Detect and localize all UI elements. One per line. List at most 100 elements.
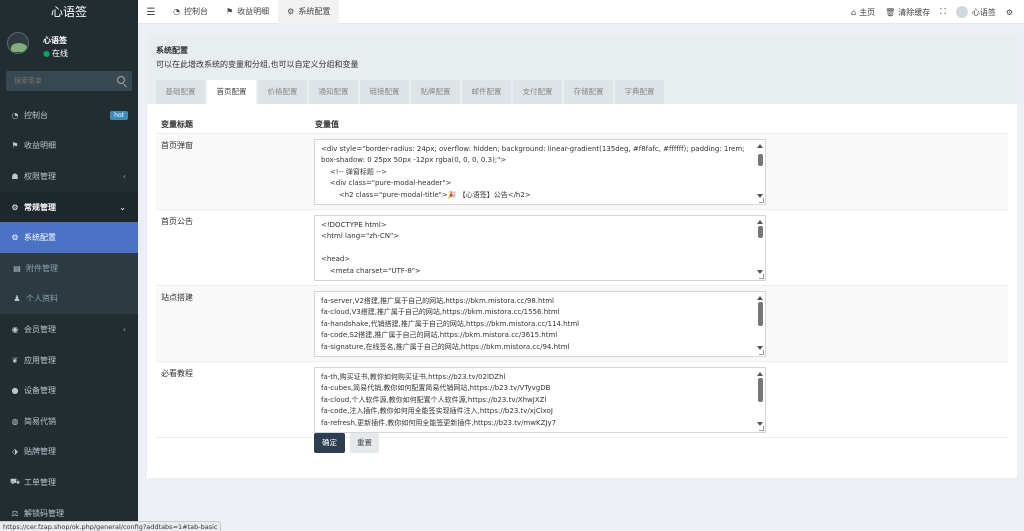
config-panel: 系统配置 可以在此增改系统的变量和分组,也可以自定义分组和变量 基础配置 首页配… (147, 34, 1017, 478)
avatar (7, 32, 29, 54)
home-label: 主页 (859, 7, 876, 17)
sidebar-item-label: 应用管理 (24, 355, 56, 365)
app-logo[interactable]: 心语签 (0, 0, 138, 24)
tutorials-textarea[interactable]: fa-th,购买证书,教你如何购买证书,https://b23.tv/02lDZ… (314, 367, 766, 433)
nav-right: ⌂ 主页 🗑 清除缓存 ⛶ 心语签 ⚙ (846, 0, 1018, 24)
top-navbar: ☰ ◔ 控制台 ⚑ 收益明细 ⚙ 系统配置 ⌂ 主页 🗑 清除缓存 ⛶ 心语签 … (138, 0, 1024, 24)
scrollbar[interactable] (757, 296, 763, 350)
sidebar-item-devices[interactable]: ● 设备管理 (0, 375, 138, 406)
scrollbar[interactable] (757, 220, 763, 274)
reset-button[interactable]: 重置 (350, 433, 379, 453)
sidebar-item-label: 系统配置 (24, 233, 56, 243)
resize-handle-icon[interactable] (759, 426, 764, 431)
sidebar-item-label: 个人资料 (26, 294, 58, 304)
status-dot-icon: ● (43, 49, 50, 58)
row-value-cell: <!DOCTYPE html> <html lang="zh-CN"> <hea… (310, 210, 1008, 285)
sidebar-item-label: 收益明细 (24, 141, 56, 151)
user-name: 心语签 (43, 36, 67, 45)
homepage-notice-textarea[interactable]: <!DOCTYPE html> <html lang="zh-CN"> <hea… (314, 215, 766, 281)
homepage-popup-textarea[interactable]: <div style="border-radius: 24px; overflo… (314, 139, 766, 205)
sidebar-item-permissions[interactable]: ☗ 权限管理 ‹ (0, 161, 138, 192)
coin-icon: ◍ (11, 416, 19, 426)
row-title: 必看教程 (161, 369, 193, 378)
sidebar-item-attachments[interactable]: ▤ 附件管理 (0, 252, 138, 284)
tab-oem[interactable]: 贴牌配置 (411, 80, 460, 104)
tab-dashboard[interactable]: ◔ 控制台 (164, 0, 217, 24)
sidebar-item-tickets[interactable]: ⛟ 工单管理 (0, 467, 138, 498)
textarea-content: fa-th,购买证书,教你如何购买证书,https://b23.tv/02lDZ… (321, 373, 557, 427)
clear-cache-button[interactable]: 🗑 清除缓存 (880, 7, 935, 18)
tab-home[interactable]: 首页配置 (207, 80, 256, 104)
panel-header: 系统配置 可以在此增改系统的变量和分组,也可以自定义分组和变量 基础配置 首页配… (147, 34, 1017, 104)
group-icon: ☗ (11, 171, 19, 181)
tab-payment[interactable]: 支付配置 (513, 80, 562, 104)
home-link[interactable]: ⌂ 主页 (846, 7, 880, 18)
tab-dictionary[interactable]: 字典配置 (615, 80, 664, 104)
user-menu-label: 心语签 (971, 7, 996, 17)
search-input[interactable] (6, 71, 111, 91)
sidebar-item-system-config[interactable]: ⚙ 系统配置 (0, 222, 138, 253)
sidebar-menu: ◔ 控制台 hot ⚑ 收益明细 ☗ 权限管理 ‹ ⚙ 常规管理 ⌄ ⚙ 系统配… (0, 100, 138, 528)
nav-tabs: ☰ ◔ 控制台 ⚑ 收益明细 ⚙ 系统配置 (138, 0, 340, 24)
chevron-left-icon: ‹ (122, 324, 126, 334)
scrollbar[interactable] (757, 144, 763, 198)
sidebar-item-members[interactable]: ◉ 会员管理 ‹ (0, 314, 138, 345)
gear-icon: ⚙ (287, 7, 295, 16)
balance-icon: ⚖ (11, 508, 19, 518)
config-table: 变量标题 变量值 首页弹窗 <div style="border-radius:… (156, 116, 1008, 438)
tab-label: 系统配置 (298, 7, 331, 16)
tab-basic[interactable]: 基础配置 (156, 80, 205, 104)
resize-handle-icon[interactable] (759, 198, 764, 203)
column-header-title: 变量标题 (161, 120, 193, 129)
sidebar-search (6, 71, 132, 91)
sidebar-item-label: 工单管理 (24, 477, 56, 487)
user-menu[interactable]: 心语签 (951, 6, 1001, 18)
tab-label: 收益明细 (237, 7, 270, 16)
sidebar-item-apps[interactable]: ❦ 应用管理 (0, 345, 138, 376)
tab-storage[interactable]: 存储配置 (564, 80, 613, 104)
tab-label: 控制台 (183, 7, 208, 16)
menu-toggle-icon[interactable]: ☰ (138, 7, 164, 18)
resize-handle-icon[interactable] (759, 350, 764, 355)
sidebar-item-oem[interactable]: ⬗ 贴牌管理 (0, 437, 138, 468)
sidebar-item-label: 简易代销 (24, 416, 56, 426)
row-value-cell: fa-server,V2搭建,推广属于自己的网站,https://bkm.mis… (310, 286, 1008, 361)
form-actions: 确定 重置 (314, 433, 379, 453)
resize-handle-icon[interactable] (759, 274, 764, 279)
hot-badge: hot (110, 111, 128, 120)
tab-mail[interactable]: 邮件配置 (462, 80, 511, 104)
table-row: 首页公告 <!DOCTYPE html> <html lang="zh-CN">… (156, 210, 1008, 286)
dashboard-icon: ◔ (173, 7, 180, 16)
fullscreen-icon[interactable]: ⛶ (935, 7, 951, 17)
sidebar-item-general[interactable]: ⚙ 常规管理 ⌄ (0, 191, 138, 223)
sidebar-item-label: 权限管理 (24, 171, 56, 181)
site-setup-textarea[interactable]: fa-server,V2搭建,推广属于自己的网站,https://bkm.mis… (314, 291, 766, 357)
tab-system-config[interactable]: ⚙ 系统配置 (278, 0, 340, 24)
user-status-text: 在线 (51, 49, 68, 58)
user-panel: 心语签 ● 在线 (0, 24, 138, 68)
tab-earnings[interactable]: ⚑ 收益明细 (217, 0, 278, 24)
table-row: 站点搭建 fa-server,V2搭建,推广属于自己的网站,https://bk… (156, 286, 1008, 362)
chevron-left-icon: ‹ (122, 171, 126, 181)
sidebar-item-profile[interactable]: ♟ 个人资料 (0, 283, 138, 315)
page-title: 系统配置 (156, 46, 188, 55)
textarea-content: <div style="border-radius: 24px; overflo… (321, 145, 745, 199)
page-description: 可以在此增改系统的变量和分组,也可以自定义分组和变量 (156, 60, 359, 69)
sidebar-item-earnings[interactable]: ⚑ 收益明细 (0, 131, 138, 162)
search-icon[interactable] (117, 76, 125, 84)
dashboard-icon: ◔ (11, 110, 19, 120)
confirm-button[interactable]: 确定 (314, 433, 345, 453)
row-value-cell: fa-th,购买证书,教你如何购买证书,https://b23.tv/02lDZ… (310, 362, 1008, 437)
row-value-cell: <div style="border-radius: 24px; overflo… (310, 134, 1008, 209)
sidebar: 心语签 心语签 ●在线 ◔ 控制台 hot ⚑ 收益明细 ☗ 权限管理 ‹ ⚙ … (0, 0, 138, 531)
settings-icon[interactable]: ⚙ (1001, 8, 1018, 17)
tab-notify[interactable]: 通知配置 (309, 80, 358, 104)
user-icon: ♟ (13, 294, 21, 304)
trash-icon: 🗑 (885, 7, 896, 17)
tab-links[interactable]: 链接配置 (360, 80, 409, 104)
scrollbar[interactable] (757, 372, 763, 426)
sidebar-item-resale[interactable]: ◍ 简易代销 (0, 406, 138, 437)
sidebar-item-dashboard[interactable]: ◔ 控制台 hot (0, 100, 138, 131)
textarea-content: <!DOCTYPE html> <html lang="zh-CN"> <hea… (321, 221, 421, 275)
tab-price[interactable]: 价格配置 (258, 80, 307, 104)
